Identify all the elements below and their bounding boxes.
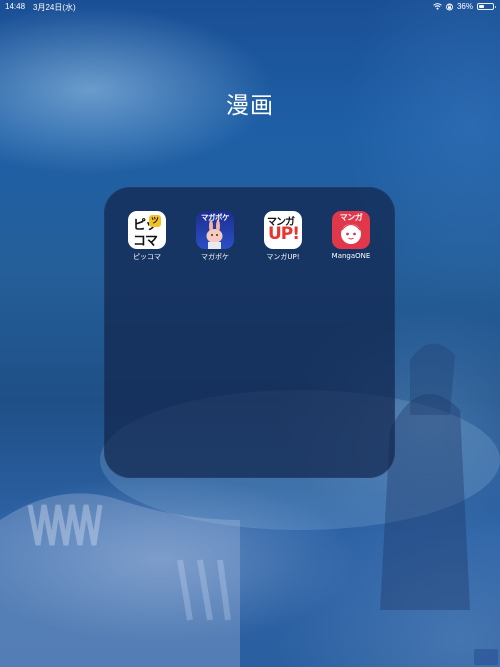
corner-watermark	[474, 649, 498, 665]
battery-fill	[479, 5, 484, 8]
mangaone-app-icon[interactable]: マンガ	[332, 211, 370, 249]
rabbit-mascot-icon	[206, 220, 223, 249]
status-right: 36%	[433, 2, 496, 11]
folder-panel: ピッ ツ コマ ピッコマ マガポケ マガポケ マンガ UP! マンガUP! マン…	[104, 187, 395, 478]
app-label: MangaONE	[331, 252, 371, 260]
app-piccoma[interactable]: ピッ ツ コマ ピッコマ	[117, 211, 177, 262]
app-label: ピッコマ	[133, 253, 161, 261]
piccoma-icon-badge: ツ	[149, 215, 161, 227]
battery-percentage: 36%	[456, 2, 473, 11]
app-mangaup[interactable]: マンガ UP! マンガUP!	[253, 211, 313, 262]
status-left: 14:48 3月24日(水)	[5, 2, 76, 13]
status-time: 14:48	[5, 2, 26, 11]
magapoke-app-icon[interactable]: マガポケ	[196, 211, 234, 249]
app-mangaone[interactable]: マンガ MangaONE	[321, 211, 381, 260]
mangaup-app-icon[interactable]: マンガ UP!	[264, 211, 302, 249]
app-label: マンガUP!	[266, 253, 300, 261]
lock-rotation-icon	[446, 3, 453, 11]
status-bar: 14:48 3月24日(水) 36%	[0, 0, 500, 14]
piccoma-icon-text-bottom: コマ	[133, 234, 158, 249]
wifi-icon	[433, 3, 442, 10]
mascot-face-icon	[341, 224, 361, 244]
app-magapoke[interactable]: マガポケ マガポケ	[185, 211, 245, 262]
status-date: 3月24日(水)	[33, 3, 76, 12]
app-label: マガポケ	[201, 253, 229, 261]
battery-icon	[477, 3, 496, 10]
folder-title[interactable]: 漫画	[0, 86, 500, 120]
mangaup-icon-text-bottom: UP!	[268, 224, 300, 244]
piccoma-app-icon[interactable]: ピッ ツ コマ	[128, 211, 166, 249]
